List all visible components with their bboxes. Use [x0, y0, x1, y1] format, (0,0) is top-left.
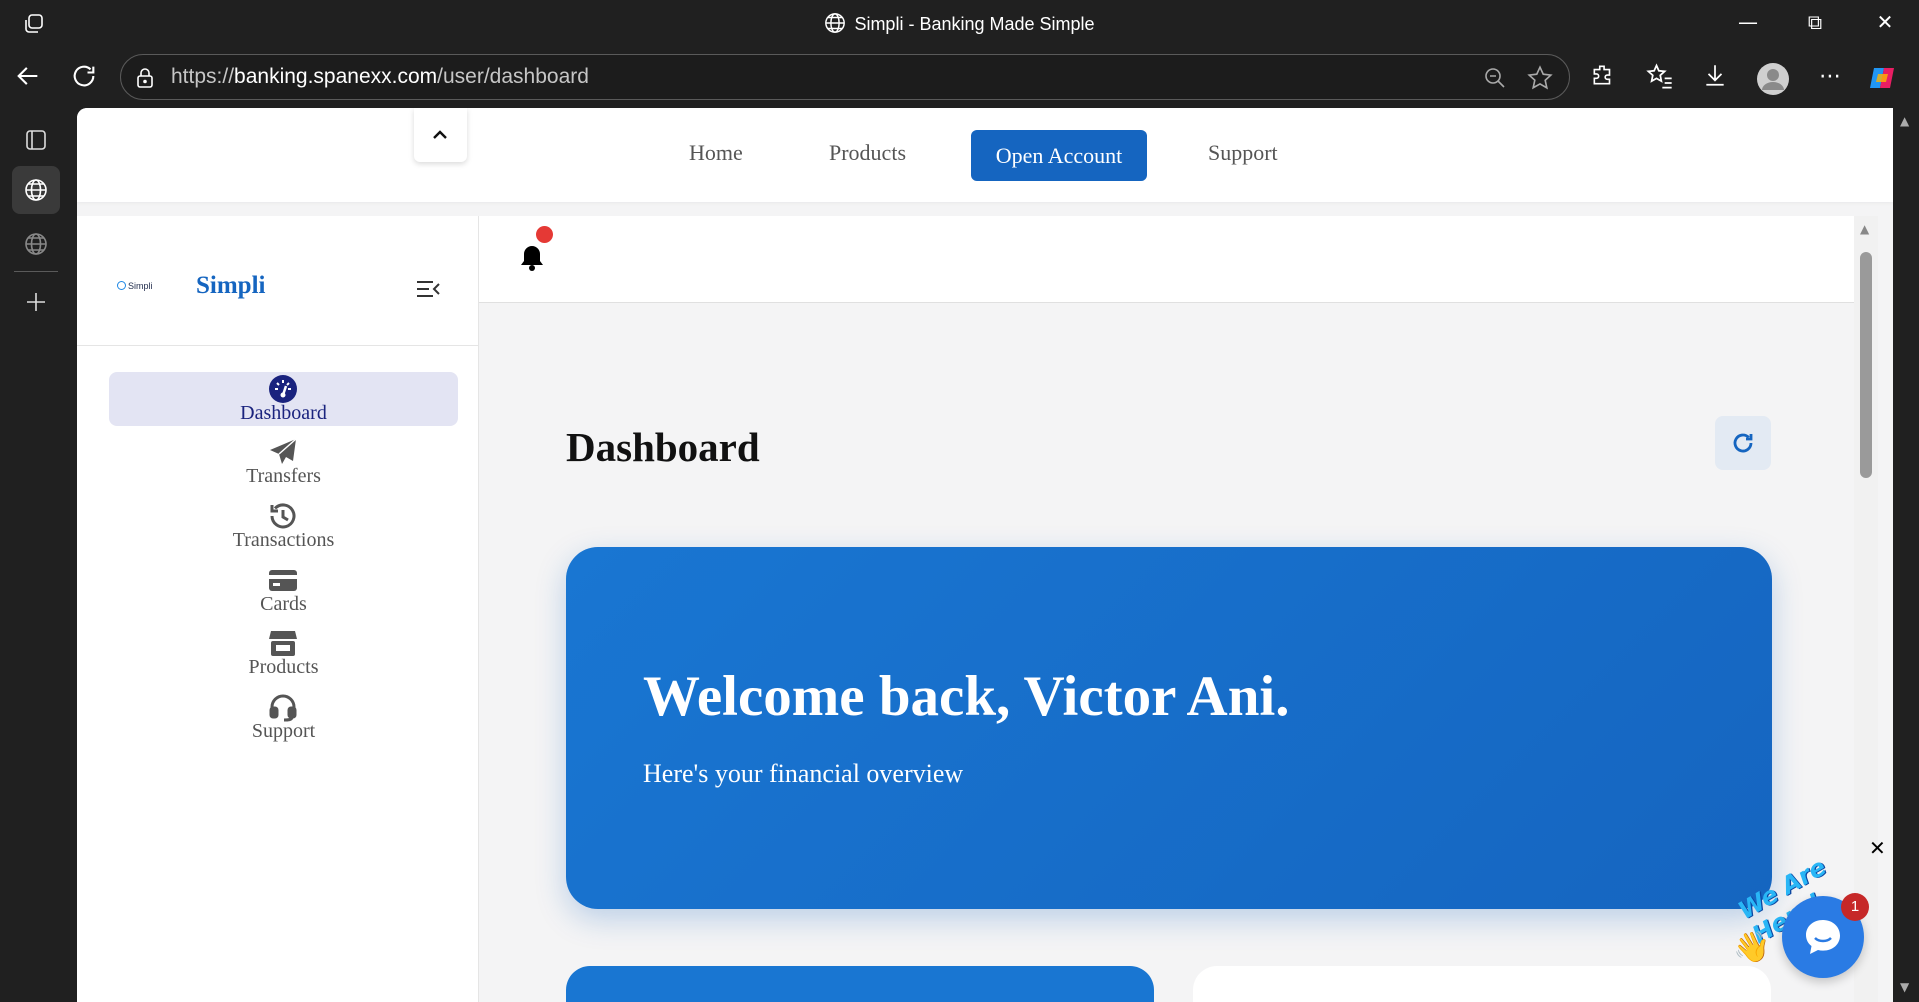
browser-titlebar: Simpli - Banking Made Simple — ⧉ ✕ — [0, 0, 1919, 48]
scroll-up-arrow-icon[interactable]: ▲ — [1860, 222, 1869, 236]
refresh-button[interactable] — [1715, 416, 1771, 470]
brand-logo[interactable]: Simpli — [117, 281, 153, 291]
top-navigation: Home Products Open Account Support — [77, 108, 1893, 202]
globe-icon — [824, 12, 846, 39]
lock-icon[interactable] — [135, 67, 155, 93]
welcome-title: Welcome back, Victor Ani. — [643, 665, 1290, 728]
browser-scrollbar[interactable]: ▲ ▼ — [1893, 108, 1919, 1002]
gauge-icon — [268, 374, 298, 404]
summary-card — [1193, 966, 1771, 1002]
browser-sidebar — [0, 108, 76, 1002]
zoom-out-icon[interactable] — [1483, 66, 1507, 94]
balance-card — [566, 966, 1154, 1002]
open-account-button[interactable]: Open Account — [971, 130, 1147, 181]
download-icon[interactable] — [1702, 62, 1734, 94]
nav-home-link[interactable]: Home — [689, 140, 743, 166]
rail-divider — [14, 271, 58, 272]
sidebar-item-label: Products — [248, 656, 319, 678]
profile-avatar-icon[interactable] — [1756, 62, 1789, 95]
chat-bubble-icon — [1806, 920, 1840, 954]
back-arrow-icon[interactable] — [14, 62, 46, 94]
nav-support-link[interactable]: Support — [1208, 140, 1278, 166]
close-window-button[interactable]: ✕ — [1870, 10, 1900, 38]
sidebar-item-label: Dashboard — [240, 402, 327, 424]
nav-products-link[interactable]: Products — [829, 140, 906, 166]
headset-icon — [268, 692, 298, 722]
url-field[interactable]: https://banking.spanexx.com/user/dashboa… — [120, 54, 1570, 100]
minimize-button[interactable]: — — [1733, 10, 1763, 38]
sidebar-item-label: Support — [251, 720, 316, 742]
notification-dot — [536, 226, 553, 243]
scroll-up-arrow-icon[interactable]: ▲ — [1900, 114, 1909, 128]
sidebar-item-label: Transactions — [232, 529, 335, 551]
sidebar-toggle-icon[interactable] — [415, 278, 441, 304]
sidebar-item-label: Cards — [260, 593, 307, 615]
credit-card-icon — [268, 565, 298, 595]
collapse-nav-button[interactable] — [414, 108, 467, 162]
refresh-icon — [1733, 433, 1753, 453]
main-content: Dashboard Welcome back, Victor Ani. Here… — [479, 216, 1869, 1002]
page-title: Dashboard — [566, 424, 760, 470]
chat-unread-badge: 1 — [1841, 893, 1869, 921]
content-header — [479, 216, 1869, 303]
logo-mark-icon — [117, 281, 126, 290]
notification-bell-icon[interactable] — [519, 244, 545, 276]
active-tab-globe-icon[interactable] — [12, 166, 60, 214]
brand-name[interactable]: Simpli — [196, 272, 265, 300]
scrollbar-thumb[interactable] — [1860, 252, 1872, 478]
waving-hand-icon: 👋 — [1733, 930, 1771, 965]
history-icon — [268, 501, 298, 531]
more-options-icon[interactable]: ⋯ — [1814, 62, 1846, 94]
sidebar-item-label: Transfers — [246, 465, 321, 487]
sidebar-item-transactions[interactable]: Transactions — [109, 499, 458, 553]
welcome-card: Welcome back, Victor Ani. Here's your fi… — [566, 547, 1772, 909]
reload-icon[interactable] — [70, 62, 102, 94]
favorite-star-icon[interactable] — [1527, 65, 1553, 95]
url-text: https://banking.spanexx.com/user/dashboa… — [171, 65, 589, 88]
sidebar-item-dashboard[interactable]: Dashboard — [109, 372, 458, 426]
sidebar-item-cards[interactable]: Cards — [109, 563, 458, 617]
restore-button[interactable]: ⧉ — [1800, 10, 1830, 38]
window-title-text: Simpli - Banking Made Simple — [854, 14, 1095, 34]
paper-plane-icon — [268, 437, 298, 467]
window-title: Simpli - Banking Made Simple — [0, 12, 1919, 39]
favorites-list-icon[interactable] — [1646, 62, 1678, 94]
tab-globe-icon[interactable] — [12, 220, 60, 268]
sidebar-item-transfers[interactable]: Transfers — [109, 435, 458, 489]
app-sidebar: Simpli Simpli Dashboard Transfers Transa… — [77, 216, 479, 1002]
page-viewport: Home Products Open Account Support Simpl… — [77, 108, 1893, 1002]
new-tab-plus-icon[interactable] — [12, 278, 60, 326]
store-icon — [268, 628, 298, 658]
scroll-down-arrow-icon[interactable]: ▼ — [1900, 980, 1909, 994]
address-bar-row: https://banking.spanexx.com/user/dashboa… — [0, 48, 1919, 108]
tab-panel-icon[interactable] — [12, 116, 60, 164]
sidebar-brand: Simpli Simpli — [77, 216, 479, 346]
copilot-icon[interactable] — [1866, 62, 1898, 94]
extensions-icon[interactable] — [1590, 62, 1622, 94]
welcome-subtitle: Here's your financial overview — [643, 759, 964, 788]
sidebar-item-support[interactable]: Support — [109, 690, 458, 744]
sidebar-item-products[interactable]: Products — [109, 626, 458, 680]
